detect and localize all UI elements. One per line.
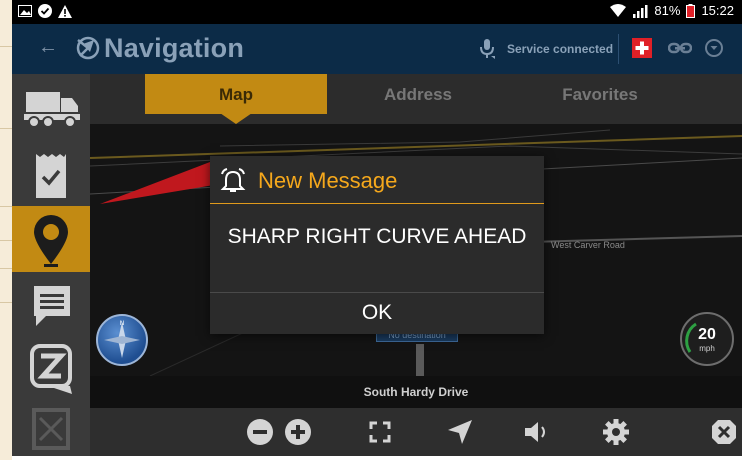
dialog-title: New Message: [258, 168, 398, 193]
map-pin-icon: [34, 215, 68, 267]
locate-icon[interactable]: [446, 418, 474, 446]
svg-text:N: N: [120, 320, 125, 327]
truck-icon: [24, 92, 80, 128]
status-bar: 81% 15:22: [12, 0, 742, 24]
swiss-flag-icon[interactable]: [632, 38, 652, 58]
page-edge: [0, 0, 12, 460]
bottom-toolbar: [90, 408, 742, 456]
sidebar-item-documents[interactable]: [12, 400, 90, 456]
appbar-divider: [618, 34, 619, 64]
road-label: West Carver Road: [551, 240, 625, 250]
tab-map[interactable]: Map: [145, 74, 327, 124]
speed-badge: 20 mph: [680, 312, 734, 366]
volume-icon[interactable]: [522, 418, 550, 446]
signal-icon: [633, 4, 648, 18]
app-title: Navigation: [104, 33, 245, 63]
z-logo-icon: [30, 344, 72, 394]
battery-icon: [686, 3, 696, 18]
check-circle-icon: [38, 4, 52, 18]
tab-bar: Map Address Favorites: [90, 74, 742, 124]
dialog-title-divider: [210, 203, 544, 204]
service-status: Service connected: [507, 42, 614, 56]
close-icon[interactable]: [710, 418, 738, 446]
new-message-dialog: New Message SHARP RIGHT CURVE AHEAD OK: [210, 156, 544, 334]
warning-icon: [58, 4, 72, 18]
receipt-check-icon: [36, 154, 66, 198]
sidebar: [12, 74, 90, 456]
speed-value: 20: [698, 326, 716, 343]
navigation-logo-icon: [76, 36, 100, 60]
speed-unit: mph: [699, 344, 715, 353]
dropdown-icon[interactable]: [705, 39, 723, 57]
current-street: South Hardy Drive: [90, 376, 742, 408]
alarm-bell-icon: [220, 168, 246, 192]
battery-percent: 81%: [654, 3, 681, 18]
settings-icon[interactable]: [602, 418, 630, 446]
document-icon: [32, 408, 70, 450]
microphone-icon[interactable]: [478, 38, 496, 60]
tab-favorites[interactable]: Favorites: [509, 74, 691, 124]
image-icon: [18, 5, 32, 17]
sidebar-item-receipt[interactable]: [12, 146, 90, 208]
ok-button[interactable]: OK: [210, 293, 544, 334]
sidebar-item-z-app[interactable]: [12, 338, 90, 400]
sidebar-item-messages[interactable]: [12, 276, 90, 338]
clock: 15:22: [701, 3, 734, 18]
back-arrow-icon[interactable]: ←: [38, 36, 58, 59]
wifi-icon: [610, 3, 627, 17]
zoom-in-icon[interactable]: [284, 418, 312, 446]
app-bar: ← Navigation Service connected: [12, 24, 742, 74]
dialog-message: SHARP RIGHT CURVE AHEAD: [227, 225, 527, 248]
sidebar-item-navigation[interactable]: [12, 206, 90, 272]
zoom-out-icon[interactable]: [246, 418, 274, 446]
tab-address[interactable]: Address: [327, 74, 509, 124]
message-icon: [34, 286, 70, 326]
fullscreen-icon[interactable]: [366, 418, 394, 446]
compass-icon[interactable]: N: [96, 314, 148, 366]
link-icon[interactable]: [668, 40, 692, 56]
sidebar-item-truck[interactable]: [12, 78, 90, 140]
device-screen: 81% 15:22 ← Navigation Service connected: [12, 0, 742, 456]
